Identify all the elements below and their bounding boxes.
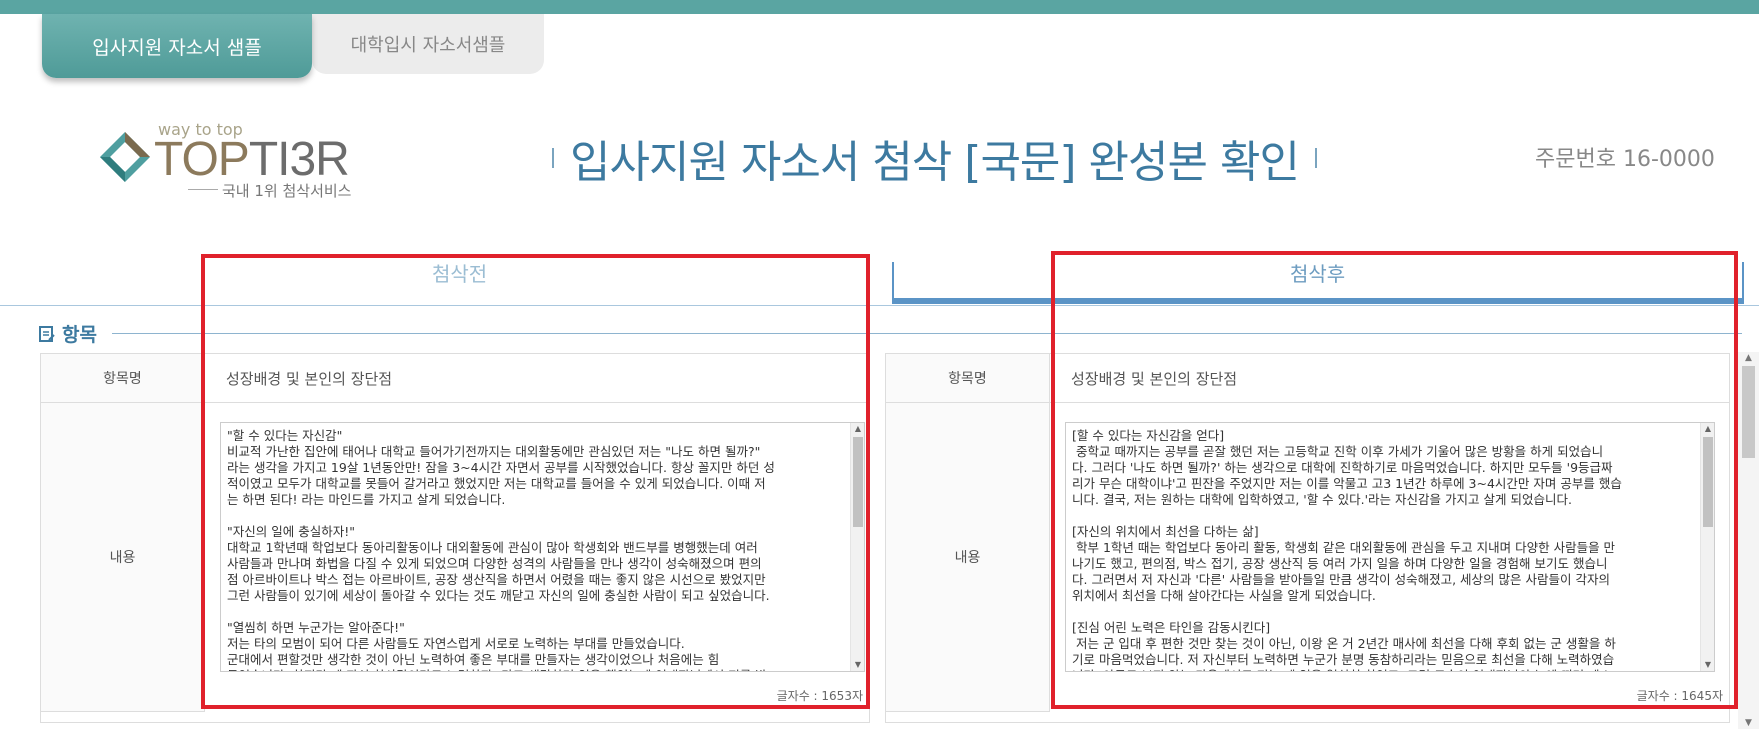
logo-wordmark: TOPTI3R (154, 132, 350, 187)
content-header: 내용 (886, 403, 1050, 712)
order-number: 주문번호 16-0000 (1535, 147, 1715, 172)
title-bar-left (552, 148, 554, 168)
page-scroll-thumb[interactable] (1742, 366, 1755, 458)
title-bar-right (1314, 148, 1317, 168)
document-icon (39, 325, 55, 342)
section-label-text: 항목 (62, 324, 97, 346)
item-name-header: 항목명 (886, 354, 1050, 403)
item-name-header: 항목명 (41, 354, 205, 403)
tab-job-application-sample[interactable]: 입사지원 자소서 샘플 (42, 14, 312, 78)
tab-label: 대학입시 자소서샘플 (350, 35, 506, 56)
logo-word-top: TOP (154, 133, 250, 186)
logo-subtitle: 국내 1위 첨삭서비스 (222, 182, 352, 200)
page-scroll-down-icon[interactable]: ▼ (1738, 717, 1759, 729)
highlight-box-after (1051, 251, 1738, 709)
highlight-box-before (201, 254, 870, 709)
content-header: 내용 (41, 403, 205, 712)
tab-label: 입사지원 자소서 샘플 (92, 36, 262, 59)
toptier-logo[interactable]: way to top TOPTI3R 국내 1위 첨삭서비스 (96, 118, 376, 200)
logo-word-tier: TI3R (248, 133, 350, 186)
top-accent-bar (0, 0, 1759, 14)
section-heading: 항목 (38, 320, 97, 347)
page-title: 입사지원 자소서 첨삭 [국문] 완성본 확인 (536, 128, 1333, 188)
logo-divider (188, 189, 218, 190)
diamond-logo-icon (100, 132, 150, 182)
tab-college-admission-sample[interactable]: 대학입시 자소서샘플 (312, 14, 544, 74)
page-title-text: 입사지원 자소서 첨삭 [국문] 완성본 확인 (570, 137, 1300, 188)
page-scrollbar[interactable]: ▲ ▼ (1738, 352, 1759, 729)
page-scroll-up-icon[interactable]: ▲ (1738, 352, 1759, 364)
